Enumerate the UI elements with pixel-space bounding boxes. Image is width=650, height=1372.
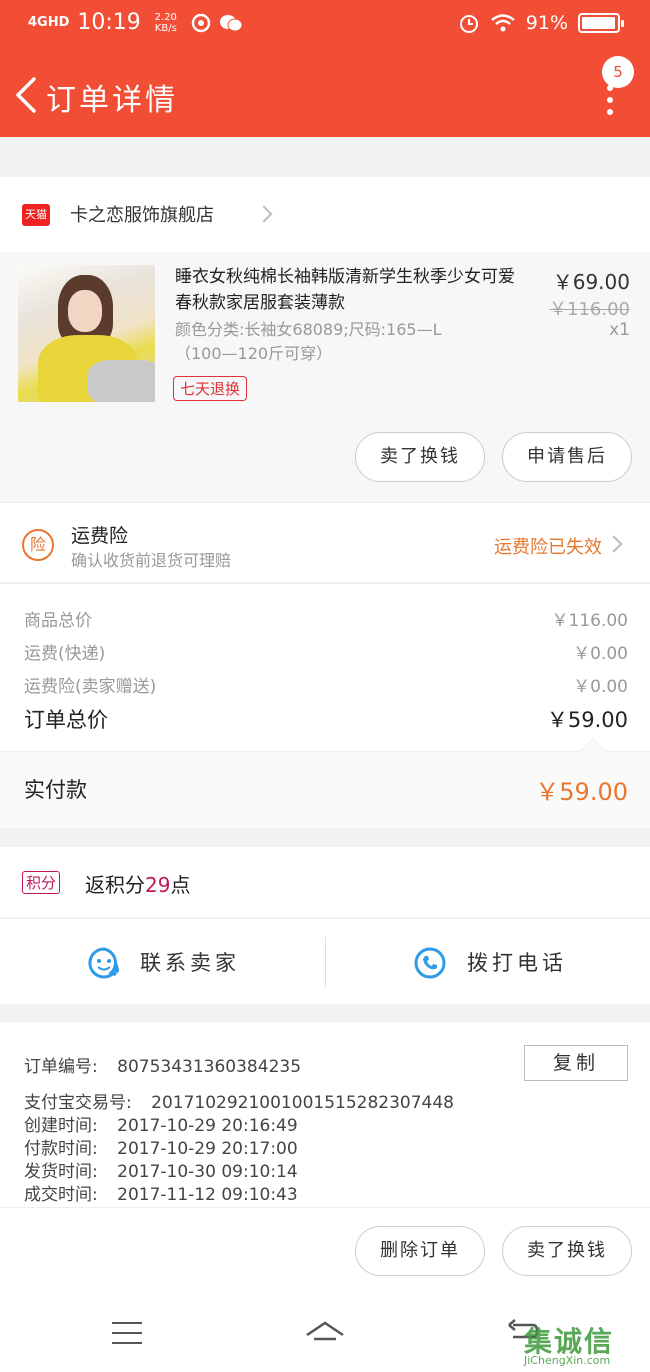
order-number-label: 订单编号: — [24, 1057, 98, 1077]
points-text: 返积分29点 — [85, 873, 191, 897]
shipped-time-row: 发货时间: 2017-10-30 09:10:14 — [24, 1162, 298, 1182]
contact-seller-button[interactable]: 联系卖家 — [0, 919, 325, 1005]
page-title: 订单详情 — [46, 83, 178, 118]
product-thumbnail[interactable] — [18, 265, 155, 402]
alipay-trade-row: 支付宝交易号: 2017102921001001515282307448 — [24, 1093, 454, 1113]
fee-value: ￥116.00 — [551, 611, 628, 631]
fee-row-shipping: 运费(快递) ￥0.00 — [24, 639, 628, 669]
battery-icon — [578, 13, 624, 33]
alarm-icon — [459, 15, 478, 33]
price-breakdown: 商品总价 ￥116.00 运费(快递) ￥0.00 运费险(卖家赠送) ￥0.0… — [0, 583, 650, 751]
shop-row[interactable]: 天猫 卡之恋服饰旗舰店 — [0, 177, 650, 252]
completed-time-row: 成交时间: 2017-11-12 09:10:43 — [24, 1185, 298, 1205]
created-time-row: 创建时间: 2017-10-29 20:16:49 — [24, 1116, 298, 1136]
after-sale-button[interactable]: 申请售后 — [502, 432, 632, 482]
fee-label: 商品总价 — [24, 611, 92, 631]
chat-bubble-icon — [88, 947, 121, 979]
amount-paid-value: ￥59.00 — [535, 778, 628, 806]
delete-order-button[interactable]: 删除订单 — [355, 1226, 485, 1276]
amount-paid-row: 实付款 ￥59.00 — [0, 738, 650, 828]
more-menu-icon[interactable] — [605, 85, 615, 115]
insurance-title: 运费险 — [71, 525, 129, 547]
call-phone-label: 拨打电话 — [467, 951, 567, 975]
points-row: 积分 返积分29点 — [0, 847, 650, 917]
resell-button-bottom[interactable]: 卖了换钱 — [502, 1226, 632, 1276]
fee-row-goods-total: 商品总价 ￥116.00 — [24, 606, 628, 636]
order-total-label: 订单总价 — [24, 708, 108, 732]
resell-button[interactable]: 卖了换钱 — [355, 432, 485, 482]
fee-value: ￥0.00 — [573, 677, 628, 697]
insurance-subtitle: 确认收货前退货可理赔 — [71, 551, 232, 570]
order-total-row: 订单总价 ￥59.00 — [24, 704, 628, 734]
fee-value: ￥0.00 — [573, 644, 628, 664]
points-value: 29 — [145, 873, 171, 897]
shop-name: 卡之恋服饰旗舰店 — [70, 205, 214, 226]
tmall-badge: 天猫 — [22, 204, 50, 226]
battery-percent: 91% — [525, 12, 568, 34]
status-bar: 4GHD 10:19 2.20 KB/s 91% — [0, 0, 650, 50]
home-icon[interactable] — [304, 1319, 346, 1343]
copy-button[interactable]: 复制 — [524, 1045, 628, 1081]
chevron-right-icon — [255, 205, 273, 223]
contact-bar: 联系卖家 拨打电话 — [0, 918, 650, 1004]
network-speed: 2.20 KB/s — [154, 11, 177, 34]
wifi-icon — [490, 14, 515, 32]
message-count-badge: 5 — [602, 56, 634, 88]
network-indicator: 4GHD — [28, 15, 70, 30]
points-badge: 积分 — [22, 871, 61, 894]
order-actions: 删除订单 卖了换钱 — [0, 1207, 650, 1295]
product-sku: 颜色分类:长袖女68089;尺码:165—L（100—120斤可穿） — [175, 320, 442, 363]
taobao-notify-icon — [191, 13, 211, 32]
app-header: 4GHD 10:19 2.20 KB/s 91% 订单详情 5 — [0, 0, 650, 137]
goods-item[interactable]: 睡衣女秋纯棉长袖韩版清新学生秋季少女可爱春秋款家居服套装薄款 颜色分类:长袖女6… — [0, 252, 650, 502]
fee-label: 运费险(卖家赠送) — [24, 677, 157, 697]
wechat-notify-icon — [219, 14, 243, 31]
product-price: ￥69.00 — [552, 270, 630, 294]
insurance-status: 运费险已失效 — [494, 537, 602, 558]
site-watermark: 集诚信 JiChengXin.com — [524, 1320, 644, 1370]
order-number-row: 订单编号: 80753431360384235 — [24, 1052, 301, 1077]
chevron-right-icon — [605, 535, 623, 553]
status-time: 10:19 — [77, 10, 141, 35]
contact-seller-label: 联系卖家 — [140, 951, 240, 975]
menu-icon[interactable] — [112, 1322, 142, 1352]
product-title: 睡衣女秋纯棉长袖韩版清新学生秋季少女可爱春秋款家居服套装薄款 — [175, 267, 515, 313]
shipping-insurance-row[interactable]: 险 运费险 确认收货前退货可理赔 运费险已失效 — [0, 502, 650, 582]
insurance-icon: 险 — [22, 529, 54, 561]
product-original-price: ￥116.00 — [549, 299, 630, 320]
order-info: 订单编号: 80753431360384235 复制 支付宝交易号: 20171… — [0, 1022, 650, 1207]
fee-row-insurance: 运费险(卖家赠送) ￥0.00 — [24, 672, 628, 702]
order-number-value: 80753431360384235 — [117, 1057, 302, 1077]
watermark-url: JiChengXin.com — [524, 1354, 611, 1367]
call-phone-button[interactable]: 拨打电话 — [325, 919, 650, 1005]
fee-label: 运费(快递) — [24, 644, 106, 664]
phone-icon — [414, 947, 446, 979]
nav-bar: 订单详情 5 — [0, 55, 650, 135]
amount-paid-label: 实付款 — [24, 778, 87, 802]
paid-time-row: 付款时间: 2017-10-29 20:17:00 — [24, 1139, 298, 1159]
product-quantity: x1 — [609, 320, 630, 340]
back-arrow-icon[interactable] — [12, 75, 42, 115]
order-total-value: ￥59.00 — [546, 708, 628, 732]
return-policy-tag: 七天退换 — [173, 376, 248, 401]
